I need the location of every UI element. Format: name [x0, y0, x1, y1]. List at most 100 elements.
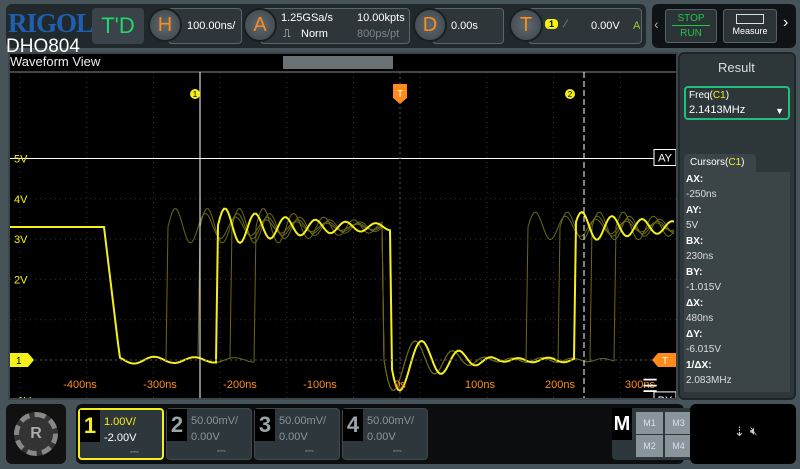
channel-number: 2	[167, 409, 187, 441]
cursor-2-marker-label: 2	[568, 90, 573, 99]
run-label: RUN	[680, 28, 702, 39]
resolution: 800ps/pt	[357, 28, 400, 40]
dc-coupling-icon: ⎓	[130, 446, 139, 458]
waveform-view-title: Waveform View	[10, 54, 101, 69]
meas-label: Freq(	[689, 90, 713, 101]
measure-button[interactable]: Measure	[723, 9, 777, 43]
acquire-mode-icon: ⎍	[283, 28, 291, 40]
m3-button[interactable]: M3	[665, 412, 692, 434]
dc-coupling-icon: ⎓	[305, 445, 314, 457]
trigger-button[interactable]: T	[509, 8, 543, 42]
ruler-icon	[736, 14, 764, 24]
speaker-muted-icon[interactable]: 🔇︎	[750, 424, 758, 439]
trigger-mode: A	[633, 20, 641, 32]
cursor-results: AX: -250ns AY: 5V BX: 230ns BY: -1.015V ΔX: 480ns…	[684, 172, 790, 392]
channel-3-button[interactable]: 3 50.00mV/ 0.00V ⎓	[254, 408, 340, 460]
x-axis-label: -400ns	[63, 379, 97, 391]
cursor-key: AX:	[686, 174, 704, 185]
y-axis-label: 4V	[14, 194, 28, 206]
cursor-key: ΔX:	[686, 298, 704, 309]
y-axis-label: 5V	[14, 154, 28, 166]
channel-scale: 50.00mV/	[279, 415, 327, 427]
channel-scale: 50.00mV/	[191, 415, 239, 427]
channel-1-button[interactable]: 1 1.00V/ -2.00V ⎓	[78, 408, 164, 460]
meas-close: )	[725, 90, 730, 101]
cursor-key: BY:	[686, 267, 703, 278]
ch1-offset-marker	[10, 353, 34, 367]
channel-2-button[interactable]: 2 50.00mV/ 0.00V ⎓	[166, 408, 252, 460]
ch1-waveform	[10, 207, 675, 392]
cursor-by-label: BY	[658, 395, 673, 398]
channel-offset: 0.00V	[367, 431, 396, 443]
channel-offset: 0.00V	[191, 431, 220, 443]
cursor-value: 5V	[686, 220, 699, 231]
m1-button[interactable]: M1	[636, 412, 663, 434]
sample-rate: 1.25GSa/s	[281, 12, 333, 24]
cursor-value: -6.015V	[686, 344, 722, 355]
cursor-value: 480ns	[686, 313, 714, 324]
meas-source: C1	[712, 90, 726, 101]
trigger-box[interactable]: 1 ⁄ 0.00V A	[528, 8, 642, 44]
channel-number: 1	[80, 410, 100, 442]
x-axis-label: -300ns	[143, 379, 177, 391]
waveform-canvas: 5V 4V 3V 2V -1V -400ns -300ns -200ns -100ns 0s 100…	[10, 71, 676, 398]
stop-label: STOP	[672, 13, 710, 26]
channel-offset: 0.00V	[279, 431, 308, 443]
dc-coupling-icon: ⎓	[217, 445, 226, 457]
m2-button[interactable]: M2	[636, 435, 663, 457]
x-axis-label: -100ns	[303, 379, 337, 391]
x-axis-label: 200ns	[545, 379, 575, 391]
trigger-status[interactable]: T'D	[92, 8, 144, 44]
cursor-value: -250ns	[686, 189, 717, 200]
cursor-1-marker-label: 1	[193, 90, 198, 99]
cursor-key: AY:	[686, 205, 702, 216]
x-axis-label: 0s	[394, 379, 406, 391]
rigol-logo: RIGOL	[8, 8, 94, 38]
delay-button[interactable]: D	[413, 8, 447, 42]
channel-scale: 50.00mV/	[367, 415, 415, 427]
usb-icon: ⇣	[734, 424, 745, 439]
cursor-ay-label: AY	[658, 153, 673, 165]
delay-value: 0.00s	[451, 20, 478, 32]
gear-icon: R	[14, 412, 58, 456]
ch1-offset-label: 1	[16, 356, 22, 367]
y-axis-label: 3V	[14, 234, 28, 246]
channel-4-button[interactable]: 4 50.00mV/ 0.00V ⎓	[342, 408, 428, 460]
horizontal-button[interactable]: H	[148, 8, 182, 42]
cursors-source: C1	[728, 157, 742, 168]
result-panel: Result Freq(C1) 2.1413MHz ▼ Cursors(C1) …	[678, 52, 796, 400]
math-button[interactable]: M	[612, 408, 632, 440]
meas-value: 2.1413MHz	[689, 104, 746, 116]
x-axis-label: -200ns	[223, 379, 257, 391]
cursor-value: 230ns	[686, 251, 714, 262]
memory-depth: 10.00kpts	[357, 12, 405, 24]
home-gear-button[interactable]: R	[6, 404, 66, 464]
channel-number: 3	[255, 409, 275, 441]
m4-button[interactable]: M4	[665, 435, 692, 457]
trigger-level: 0.00V	[591, 20, 620, 32]
rising-edge-icon: ⁄	[565, 18, 567, 30]
stop-run-button[interactable]: STOP RUN	[665, 9, 717, 43]
chevron-left-icon[interactable]: ‹	[654, 16, 659, 32]
menu-icon: ☰	[642, 376, 658, 396]
cursors-tab[interactable]: Cursors(C1)	[684, 154, 756, 172]
cursor-value: 2.083MHz	[686, 375, 732, 386]
horizontal-scale: 100.00ns/	[187, 20, 236, 32]
channel-number: 4	[343, 409, 363, 441]
cursor-value: -1.015V	[686, 282, 722, 293]
cursor-key: 1/ΔX:	[686, 360, 712, 371]
measure-label: Measure	[732, 26, 768, 36]
chevron-right-icon[interactable]: ›	[783, 14, 788, 32]
freq-measurement[interactable]: Freq(C1) 2.1413MHz ▼	[684, 86, 790, 120]
cursor-key: BX:	[686, 236, 704, 247]
channel-offset: -2.00V	[104, 432, 137, 444]
x-axis-label: 100ns	[465, 379, 495, 391]
acquire-box[interactable]: 1.25GSa/s ⎍ Norm 10.00kpts 800ps/pt	[260, 8, 410, 44]
cursor-key: ΔY:	[686, 329, 703, 340]
waveform-view[interactable]: 5V 4V 3V 2V -1V -400ns -300ns -200ns -100ns 0s 100…	[8, 52, 678, 400]
acquire-mode: Norm	[301, 28, 328, 40]
acquire-button[interactable]: A	[243, 8, 277, 42]
dropdown-icon[interactable]: ▼	[775, 106, 784, 116]
trigger-source: 1	[545, 19, 559, 29]
memory-overview-bar[interactable]	[283, 56, 393, 69]
